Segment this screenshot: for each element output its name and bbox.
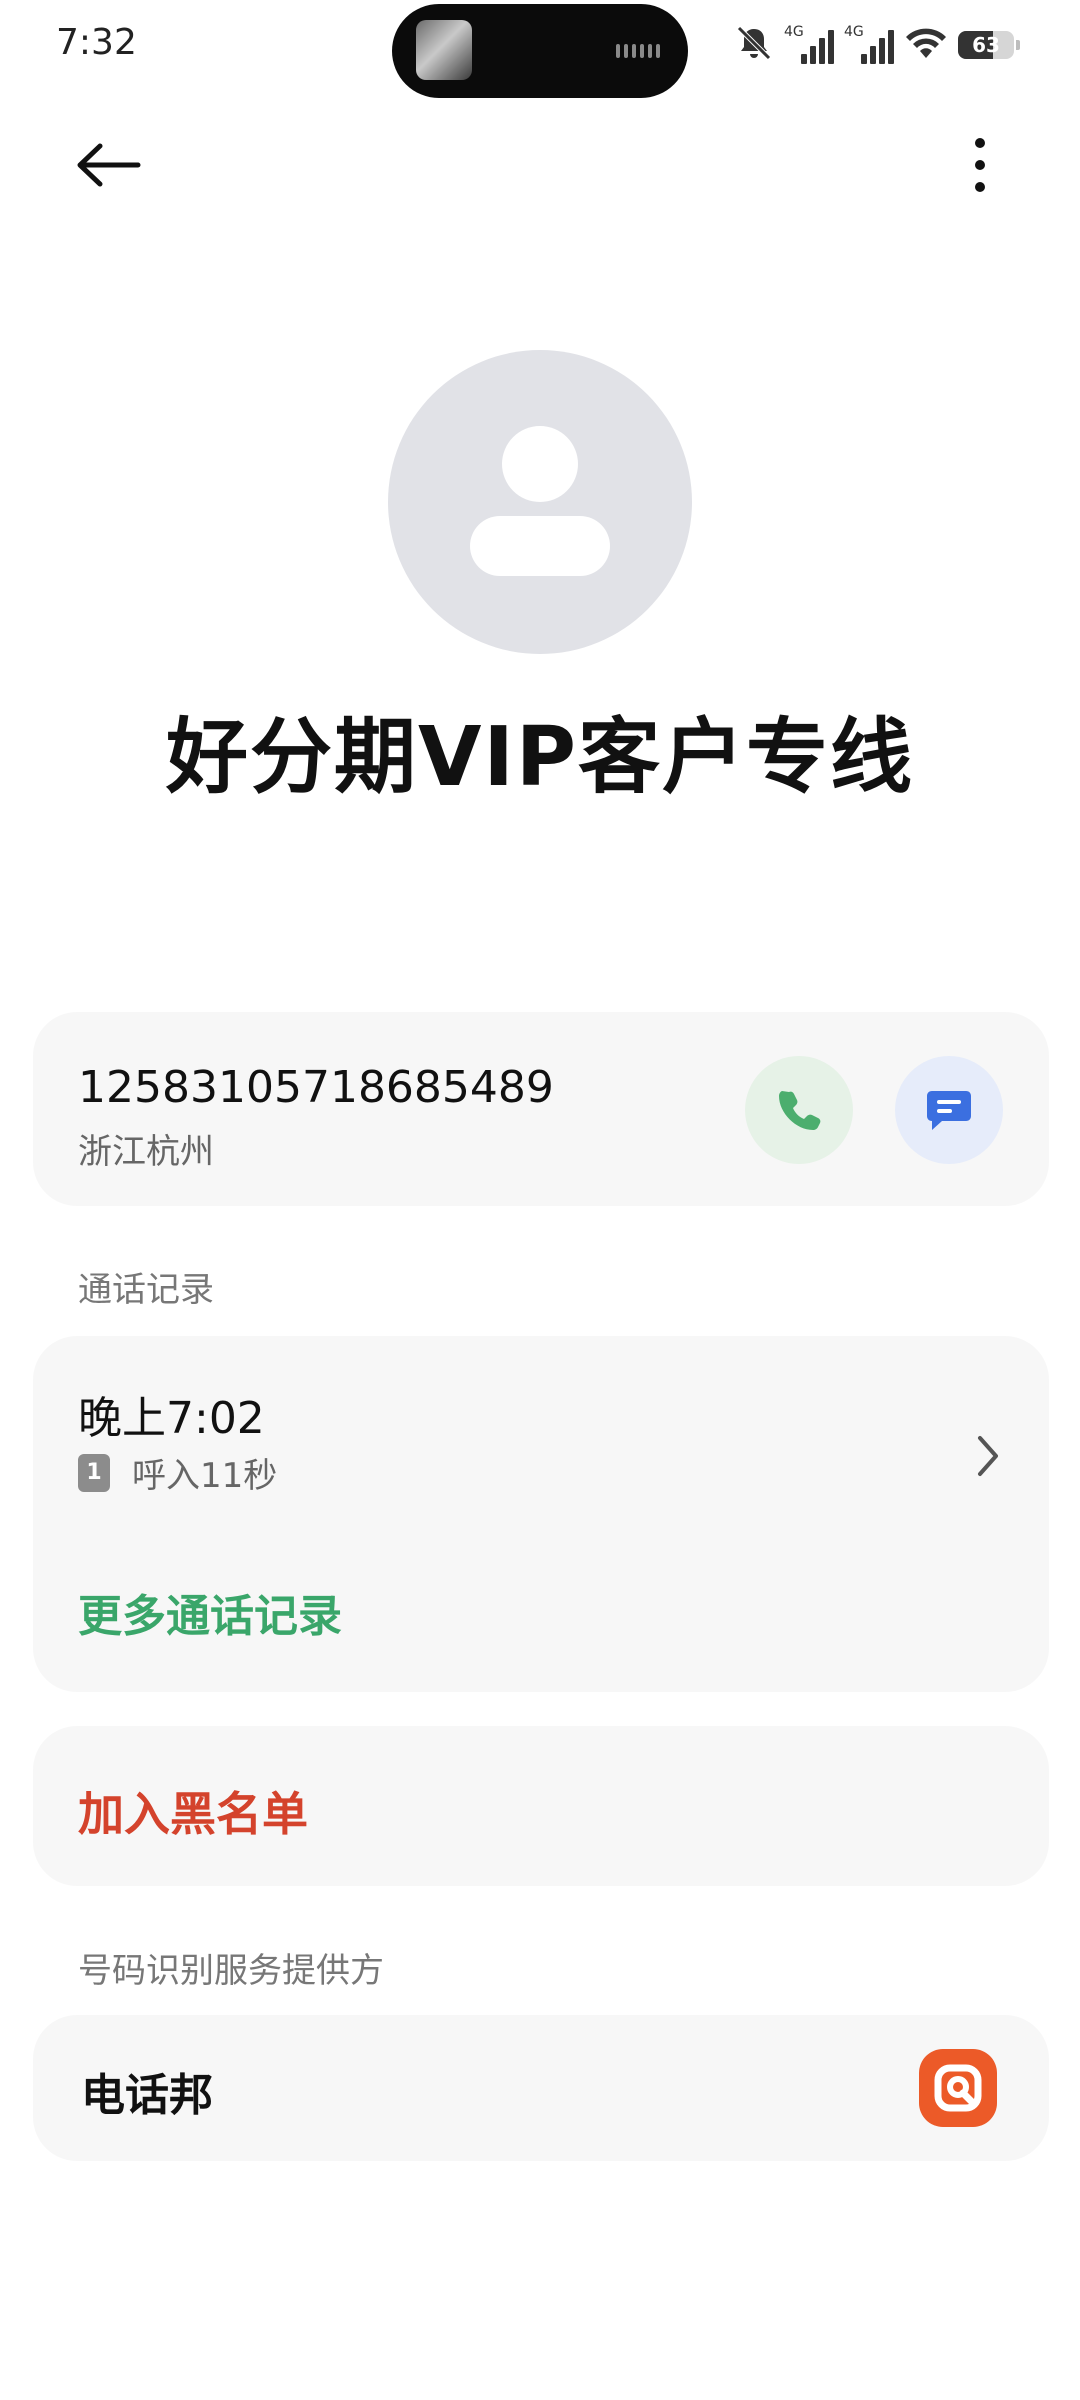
wifi-icon bbox=[904, 25, 948, 65]
phone-number: 12583105718685489 bbox=[78, 1062, 554, 1113]
bell-muted-icon bbox=[734, 23, 774, 67]
call-log-section-label: 通话记录 bbox=[78, 1270, 214, 1310]
provider-name: 电话邦 bbox=[81, 2070, 213, 2121]
sim-card-icon: 1 bbox=[78, 1453, 110, 1492]
status-time: 7:32 bbox=[56, 22, 137, 63]
more-call-log-link[interactable]: 更多通话记录 bbox=[78, 1580, 342, 1644]
phone-icon bbox=[779, 1091, 821, 1130]
back-button[interactable] bbox=[62, 125, 152, 205]
contact-avatar bbox=[388, 350, 692, 654]
audio-wave-icon bbox=[616, 44, 660, 58]
provider-section-label: 号码识别服务提供方 bbox=[78, 1951, 384, 1991]
number-card: 12583105718685489 浙江杭州 bbox=[33, 1012, 1049, 1206]
signal-4g-icon: 4G bbox=[784, 24, 834, 66]
message-icon bbox=[927, 1091, 971, 1130]
battery-icon: 63 bbox=[958, 29, 1020, 61]
system-icons: 4G 4G 63 bbox=[734, 20, 1020, 70]
status-bar: 7:32 4G 4G 63 bbox=[0, 0, 1080, 98]
call-log-card: 晚上7:02 1 呼入11秒 更多通话记录 bbox=[33, 1336, 1049, 1692]
person-placeholder-icon bbox=[502, 426, 578, 502]
chevron-right-icon[interactable] bbox=[968, 1426, 1008, 1486]
dianhuabang-logo-icon bbox=[919, 2049, 997, 2127]
block-number-card[interactable]: 加入黑名单 bbox=[33, 1726, 1049, 1886]
more-options-button[interactable] bbox=[940, 125, 1020, 205]
call-time: 晚上7:02 bbox=[78, 1393, 265, 1444]
number-location: 浙江杭州 bbox=[78, 1132, 214, 1172]
dynamic-island[interactable] bbox=[392, 4, 688, 98]
call-detail: 呼入11秒 bbox=[132, 1456, 278, 1496]
more-vertical-icon bbox=[975, 138, 985, 192]
arrow-left-icon bbox=[77, 143, 141, 187]
contact-name: 好分期VIP客户专线 bbox=[165, 710, 915, 805]
media-thumbnail bbox=[416, 20, 472, 80]
message-button[interactable] bbox=[895, 1056, 1003, 1164]
provider-card[interactable]: 电话邦 bbox=[33, 2015, 1049, 2161]
add-to-blacklist-button[interactable]: 加入黑名单 bbox=[78, 1778, 308, 1844]
signal-4g-icon: 4G bbox=[844, 24, 894, 66]
call-button[interactable] bbox=[745, 1056, 853, 1164]
